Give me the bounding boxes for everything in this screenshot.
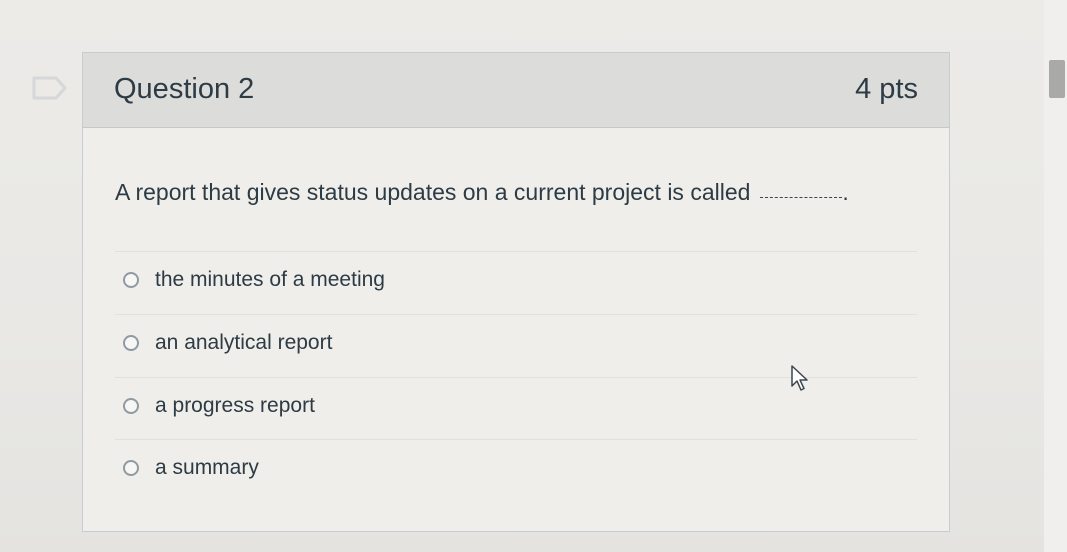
answer-label: a summary (155, 456, 259, 479)
scrollbar-thumb[interactable] (1049, 60, 1065, 98)
radio-button-icon[interactable] (123, 398, 139, 414)
answer-option-analytical[interactable]: an analytical report (123, 328, 332, 358)
answer-option-progress[interactable]: a progress report (123, 391, 315, 421)
answer-label: an analytical report (155, 331, 333, 354)
question-card: Question 2 4 pts A report that gives sta… (82, 52, 950, 532)
flag-question-icon[interactable] (32, 76, 68, 100)
answer-label: a progress report (155, 394, 315, 417)
radio-button-icon[interactable] (123, 272, 139, 288)
question-title: Question 2 (114, 73, 255, 105)
answer-label: the minutes of a meeting (155, 268, 385, 291)
answer-option-summary[interactable]: a summary (123, 453, 259, 483)
answer-divider (115, 439, 917, 440)
fill-in-blank (760, 197, 843, 198)
scrollbar[interactable] (1044, 0, 1067, 552)
radio-button-icon[interactable] (123, 460, 139, 476)
answer-divider (115, 314, 917, 315)
radio-button-icon[interactable] (123, 335, 139, 351)
mouse-pointer-icon (791, 365, 808, 391)
question-header: Question 2 4 pts (83, 53, 949, 128)
question-period: . (842, 179, 849, 205)
answer-divider (115, 251, 917, 252)
question-text: A report that gives status updates on a … (115, 179, 849, 206)
question-prompt: A report that gives status updates on a … (115, 179, 751, 205)
question-points: 4 pts (855, 73, 918, 105)
answer-option-minutes[interactable]: the minutes of a meeting (123, 265, 385, 295)
